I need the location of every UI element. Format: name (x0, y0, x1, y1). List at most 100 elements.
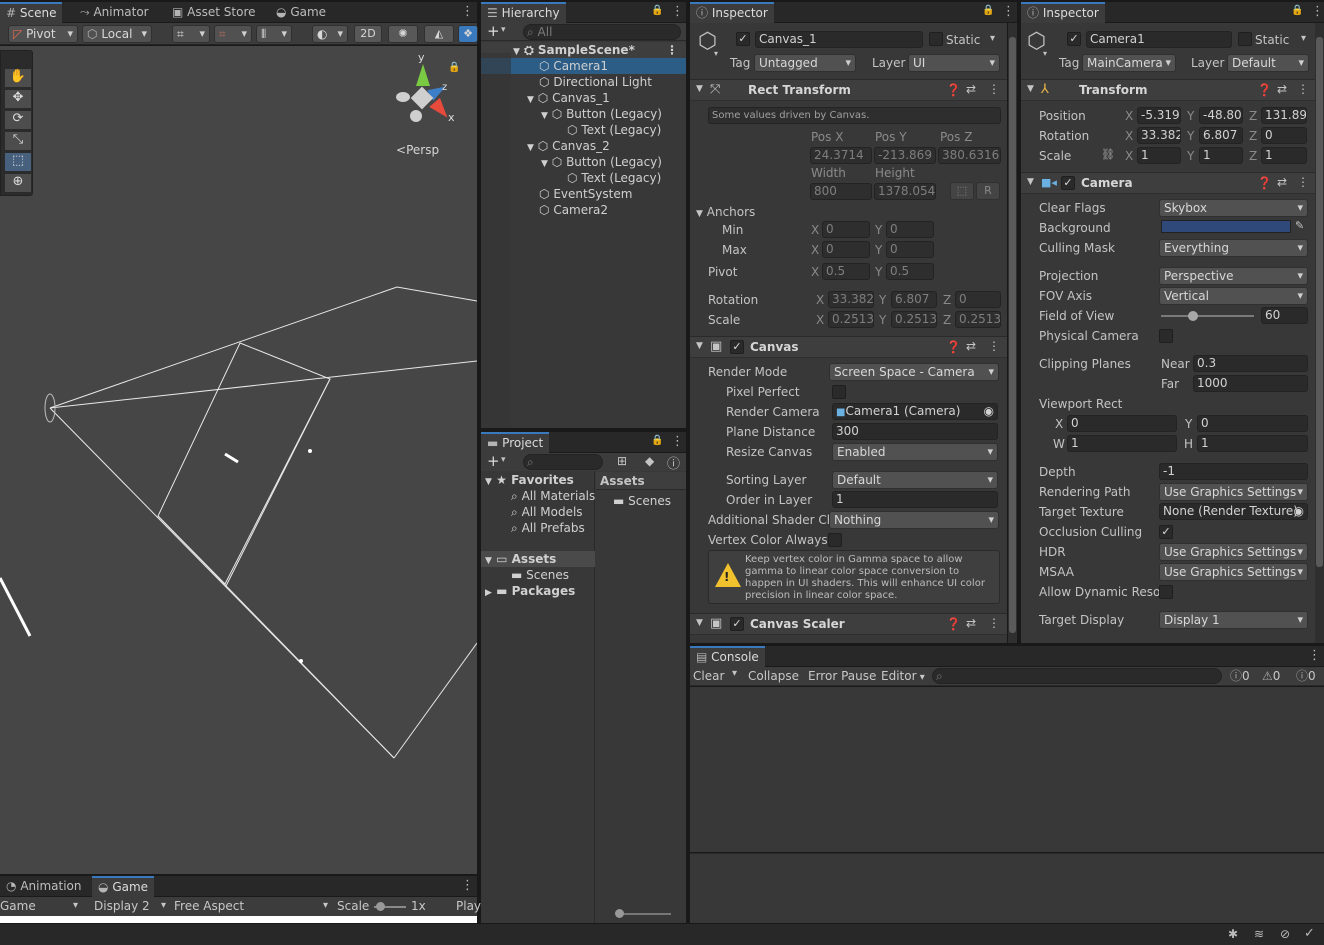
cache-icon[interactable]: ⊘ (1280, 927, 1290, 941)
rotation-z[interactable]: 0 (1261, 127, 1307, 144)
width-field[interactable]: 800 (810, 183, 872, 200)
active-checkbox[interactable]: ✓ (736, 32, 750, 46)
asset-folder-scenes[interactable]: ▬ Scenes (613, 493, 671, 509)
chevron-down-icon[interactable]: ▾ (501, 25, 506, 35)
icon-size-slider-knob[interactable] (615, 909, 624, 918)
tab-hierarchy[interactable]: ☰ Hierarchy (481, 2, 566, 23)
console-menu-icon[interactable]: ⋮ (1308, 646, 1321, 666)
pixel-perfect-checkbox[interactable] (832, 385, 846, 399)
lock-icon[interactable]: 🔒 (982, 5, 994, 16)
object-picker-icon[interactable]: ◉ (1294, 504, 1304, 519)
tab-animator[interactable]: ⤳ Animator (74, 2, 155, 23)
object-name-input[interactable]: Canvas_1 (755, 31, 923, 48)
plane-distance-field[interactable]: 300 (832, 423, 998, 440)
layer-dropdown[interactable]: Default (1227, 54, 1309, 72)
scrollbar-thumb[interactable] (1316, 37, 1323, 567)
hierarchy-search-input[interactable]: ⌕ All (523, 24, 681, 40)
console-log-area[interactable] (690, 687, 1324, 852)
packages-item[interactable]: ▶ ▬ Packages (485, 583, 575, 599)
assets-scenes-item[interactable]: ▬ Scenes (511, 567, 569, 583)
viewport-h[interactable]: 1 (1197, 435, 1308, 452)
settings-sliders-icon[interactable]: ⇄ (966, 82, 976, 96)
fav-all-prefabs[interactable]: ⌕ All Prefabs (511, 520, 585, 536)
project-menu-icon[interactable]: ⋮ (671, 432, 684, 452)
pivot-x[interactable]: 0.5 (822, 263, 870, 280)
shader-channels-dropdown[interactable]: Nothing (829, 511, 999, 529)
camera-header[interactable]: ▼ ■◂ ✓ Camera ❓ ⇄ ⋮ (1021, 172, 1315, 194)
anchors-foldout[interactable]: ▼ Anchors (696, 204, 755, 222)
tab-animation[interactable]: ◔ Animation (0, 876, 88, 897)
editor-dropdown[interactable]: Editor ▾ (881, 668, 925, 686)
rotation-y[interactable]: 6.807 (891, 291, 937, 308)
add-icon[interactable]: + (487, 452, 500, 470)
fov-slider-knob[interactable] (1188, 311, 1198, 321)
blueprint-button[interactable]: ⬚ (950, 182, 974, 200)
target-display-dropdown[interactable]: Display 1 (1159, 611, 1308, 629)
lock-icon[interactable]: 🔒 (448, 62, 460, 73)
icon-size-slider[interactable] (615, 909, 671, 918)
inspector1-scrollbar[interactable] (1008, 23, 1017, 643)
game-view-select[interactable]: Game ▾ (0, 898, 80, 914)
rotation-x[interactable]: 33.382 (828, 291, 874, 308)
console-search-input[interactable]: ⌕ (932, 668, 1222, 684)
hierarchy-item-camera2[interactable]: ⬡ Camera2 (539, 202, 608, 218)
project-search-input[interactable]: ⌕ (523, 454, 603, 470)
scale-x[interactable]: 0.2513 (828, 311, 874, 328)
scale-slider[interactable] (374, 902, 406, 911)
help-icon[interactable]: ❓ (1257, 176, 1272, 190)
render-camera-field[interactable]: ■Camera1 (Camera) ◉ (832, 403, 998, 420)
link-icon[interactable]: ⛓ (1101, 148, 1115, 161)
scale-tool-icon[interactable]: ⤡ (5, 132, 31, 150)
display-select[interactable]: Display 2 ▾ (94, 898, 166, 914)
hierarchy-scrollbar[interactable] (481, 53, 511, 428)
posy-field[interactable]: -213.869 (874, 147, 936, 164)
fov-slider[interactable] (1161, 311, 1254, 321)
rect-tool-icon[interactable]: ⬚ (5, 153, 31, 171)
physical-camera-checkbox[interactable] (1159, 329, 1173, 343)
help-icon[interactable]: ❓ (1257, 83, 1272, 97)
rotation-y[interactable]: 6.807 (1199, 127, 1243, 144)
order-in-layer-field[interactable]: 1 (832, 491, 998, 508)
settings-sliders-icon[interactable]: ⇄ (966, 339, 976, 353)
msaa-dropdown[interactable]: Use Graphics Settings (1159, 563, 1308, 581)
scale-x[interactable]: 1 (1137, 147, 1181, 164)
perspective-toggle[interactable]: <Persp (396, 142, 439, 158)
object-name-input[interactable]: Camera1 (1086, 31, 1232, 48)
settings-sliders-icon[interactable]: ⇄ (966, 616, 976, 630)
lock-icon[interactable]: 🔒 (1291, 5, 1303, 16)
inspector1-menu-icon[interactable]: ⋮ (1002, 2, 1015, 22)
inspector2-menu-icon[interactable]: ⋮ (1311, 2, 1324, 22)
hierarchy-item-canvas-1[interactable]: ▼ ⬡ Canvas_1 (527, 90, 610, 106)
tab-inspector-1[interactable]: ⓘ Inspector (690, 2, 774, 23)
effects-button[interactable]: ❖ (458, 25, 478, 43)
component-menu-icon[interactable]: ⋮ (988, 82, 1000, 96)
fov-field[interactable]: 60 (1261, 307, 1308, 324)
aspect-select[interactable]: Free Aspect ▾ (174, 898, 328, 914)
help-icon[interactable]: ❓ (946, 83, 961, 97)
component-menu-icon[interactable]: ⋮ (1297, 175, 1309, 189)
component-menu-icon[interactable]: ⋮ (988, 339, 1000, 353)
lock-icon[interactable]: 🔒 (651, 435, 663, 446)
local-dropdown[interactable]: ⬡ Local (82, 25, 152, 43)
debug-icon[interactable]: ✱ (1228, 927, 1238, 941)
component-menu-icon[interactable]: ⋮ (988, 616, 1000, 630)
ruler-dropdown[interactable]: ⦀ (256, 25, 292, 43)
layers-icon[interactable]: ≋ (1254, 927, 1264, 941)
tag-dropdown[interactable]: MainCamera (1082, 54, 1176, 72)
hierarchy-item-text-2[interactable]: ⬡ Text (Legacy) (567, 170, 661, 186)
scrollbar-thumb[interactable] (1009, 37, 1016, 633)
position-x[interactable]: -5.319 (1137, 107, 1181, 124)
scene-menu-icon[interactable]: ⋮ (666, 42, 678, 58)
position-y[interactable]: -48.80 (1199, 107, 1243, 124)
rendering-path-dropdown[interactable]: Use Graphics Settings (1159, 483, 1308, 501)
projection-dropdown[interactable]: Perspective (1159, 267, 1308, 285)
scene-viewport[interactable]: ✋ ✥ ⟳ ⤡ ⬚ ⊕ y x z 🔒 <Persp (0, 46, 477, 874)
render-mode-dropdown[interactable]: Screen Space - Camera (829, 363, 999, 381)
warning-count-toggle[interactable]: ⚠0 (1262, 668, 1280, 684)
toggle-2d-button[interactable]: 2D (354, 25, 382, 43)
help-icon[interactable]: ❓ (946, 617, 961, 631)
transform-header[interactable]: ▼ ⅄ Transform ❓ ⇄ ⋮ (1021, 79, 1315, 101)
draw-mode-dropdown[interactable]: ◐ (312, 25, 348, 43)
resize-canvas-dropdown[interactable]: Enabled (832, 443, 998, 461)
viewport-w[interactable]: 1 (1067, 435, 1177, 452)
